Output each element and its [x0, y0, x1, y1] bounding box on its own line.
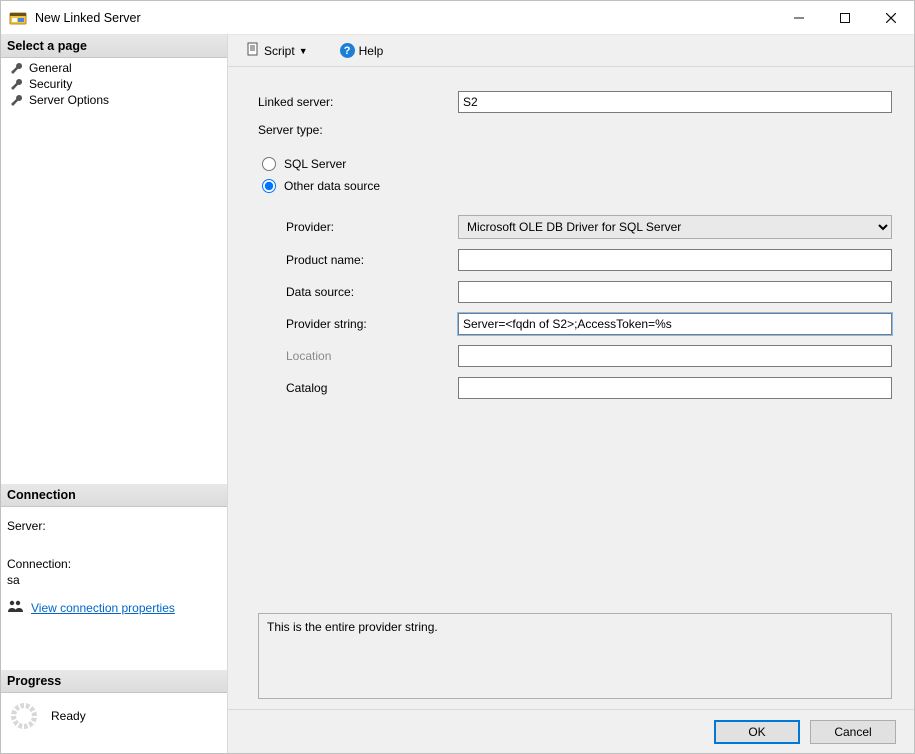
server-label: Server: [7, 519, 221, 533]
connection-label: Connection: [7, 557, 221, 571]
maximize-button[interactable] [822, 1, 868, 34]
dialog-footer: OK Cancel [228, 709, 914, 753]
connection-header: Connection [1, 484, 227, 507]
window-title: New Linked Server [35, 11, 141, 25]
radio-other-data-source[interactable] [262, 179, 276, 193]
help-label: Help [359, 44, 384, 58]
connection-value: sa [7, 573, 221, 587]
catalog-input[interactable] [458, 377, 892, 399]
page-server-options[interactable]: Server Options [1, 92, 227, 108]
linked-server-input[interactable] [458, 91, 892, 113]
location-label: Location [258, 349, 458, 363]
radio-other-data-source-label: Other data source [284, 179, 380, 193]
spinner-icon [11, 703, 37, 729]
minimize-button[interactable] [776, 1, 822, 34]
close-button[interactable] [868, 1, 914, 34]
dropdown-arrow-icon: ▼ [299, 46, 308, 56]
page-label: Server Options [29, 93, 109, 107]
help-icon: ? [340, 43, 355, 58]
dialog-window: New Linked Server Select a page Gen [0, 0, 915, 754]
cancel-button[interactable]: Cancel [810, 720, 896, 744]
page-general[interactable]: General [1, 60, 227, 76]
progress-status: Ready [51, 709, 86, 723]
message-text: This is the entire provider string. [267, 620, 438, 634]
pages-header: Select a page [1, 35, 227, 58]
form-content: Linked server: Server type: SQL Server O… [228, 67, 914, 709]
wrench-icon [9, 61, 23, 75]
progress-body: Ready [1, 693, 227, 753]
people-icon [7, 599, 23, 616]
message-box: This is the entire provider string. [258, 613, 892, 699]
connection-body: Server: Connection: sa View connection p… [1, 507, 227, 670]
data-source-label: Data source: [258, 285, 458, 299]
product-name-label: Product name: [258, 253, 458, 267]
provider-string-label: Provider string: [258, 317, 458, 331]
linked-server-label: Linked server: [258, 95, 458, 109]
script-icon [246, 42, 260, 59]
provider-label: Provider: [258, 220, 458, 234]
page-label: Security [29, 77, 72, 91]
title-bar: New Linked Server [1, 1, 914, 35]
wrench-icon [9, 77, 23, 91]
radio-sql-server[interactable] [262, 157, 276, 171]
right-panel: Script ▼ ? Help Linked server: Server [228, 35, 914, 753]
product-name-input[interactable] [458, 249, 892, 271]
toolbar: Script ▼ ? Help [228, 35, 914, 67]
app-icon [9, 9, 27, 27]
catalog-label: Catalog [258, 381, 458, 395]
page-list: General Security Server Options [1, 58, 227, 110]
page-label: General [29, 61, 72, 75]
script-label: Script [264, 44, 295, 58]
progress-header: Progress [1, 670, 227, 693]
radio-sql-server-label: SQL Server [284, 157, 346, 171]
data-source-input[interactable] [458, 281, 892, 303]
wrench-icon [9, 93, 23, 107]
script-button[interactable]: Script ▼ [240, 39, 314, 62]
ok-button[interactable]: OK [714, 720, 800, 744]
location-input [458, 345, 892, 367]
server-type-label: Server type: [258, 123, 458, 137]
view-connection-properties-link[interactable]: View connection properties [31, 601, 175, 615]
provider-string-input[interactable] [458, 313, 892, 335]
left-panel: Select a page General Security [1, 35, 228, 753]
provider-select[interactable]: Microsoft OLE DB Driver for SQL Server [458, 215, 892, 239]
help-button[interactable]: ? Help [334, 40, 390, 61]
page-security[interactable]: Security [1, 76, 227, 92]
